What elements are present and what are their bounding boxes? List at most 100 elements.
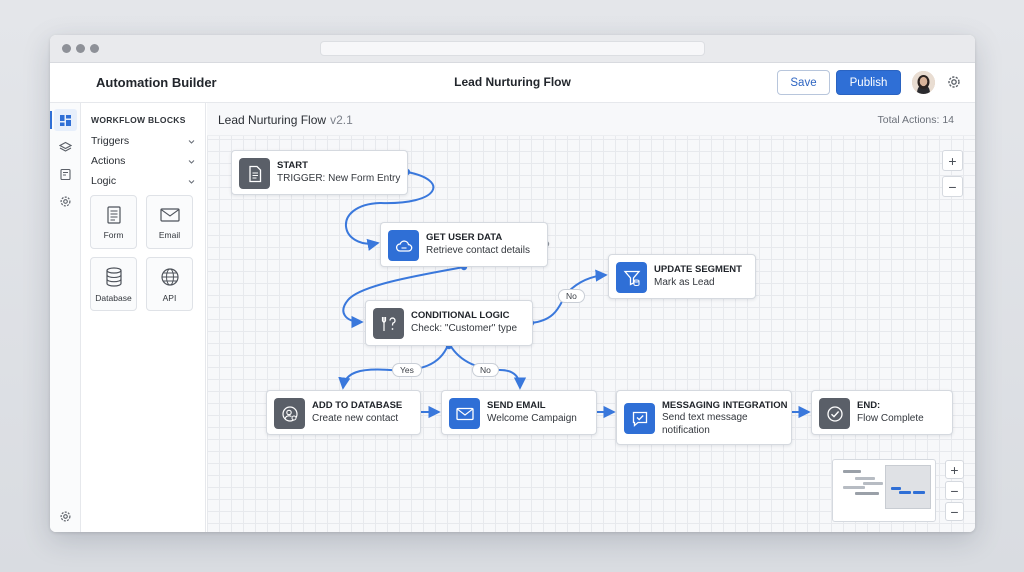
chevron-down-icon: [188, 140, 195, 144]
canvas-title: Lead Nurturing Flow v2.1: [218, 113, 353, 127]
address-bar[interactable]: [320, 41, 705, 56]
section-actions[interactable]: Actions: [91, 155, 196, 167]
minimap-node: [855, 492, 879, 495]
envelope-icon: [455, 407, 474, 420]
node-icon: [274, 398, 305, 429]
node-title: UPDATE SEGMENT: [654, 264, 742, 275]
zoom-out-button[interactable]: −: [942, 176, 963, 197]
node-subtitle: Check: "Customer" type: [411, 323, 518, 334]
node-get-user-data[interactable]: GET USER DATA Retrieve contact details: [380, 222, 548, 267]
node-end[interactable]: END: Flow Complete: [811, 390, 953, 435]
minimap-node: [899, 491, 911, 494]
user-avatar-icon: [912, 71, 935, 94]
node-subtitle: Create new contact: [312, 413, 399, 424]
form-icon: [106, 205, 121, 224]
filter-database-icon: [623, 270, 640, 286]
icon-rail: [50, 103, 81, 532]
branch-question-icon: [381, 316, 396, 331]
notes-icon: [60, 168, 71, 180]
minimap-node: [863, 482, 883, 485]
minimap-zoom-out-button[interactable]: −: [945, 481, 964, 500]
document-icon: [248, 165, 261, 182]
globe-icon: [160, 267, 179, 286]
node-icon: [624, 403, 655, 434]
rail-layers[interactable]: [54, 136, 77, 158]
zoom-in-button[interactable]: +: [942, 150, 963, 171]
browser-chrome: [50, 35, 975, 63]
minimap-node: [843, 486, 865, 489]
node-icon: [616, 262, 647, 293]
save-button[interactable]: Save: [777, 70, 830, 95]
canvas-flow-name: Lead Nurturing Flow: [218, 113, 327, 127]
rail-dashboard[interactable]: [50, 109, 77, 131]
node-subtitle: Mark as Lead: [654, 277, 715, 288]
node-title: END:: [857, 400, 881, 411]
minimap-node: [891, 487, 901, 490]
canvas-header: Lead Nurturing Flow v2.1 Total Actions: 1…: [207, 103, 975, 136]
publish-button[interactable]: Publish: [836, 70, 901, 95]
node-messaging-integration[interactable]: MESSAGING INTEGRATION Send text message …: [616, 390, 792, 445]
minimap-node: [855, 477, 875, 480]
check-circle-icon: [826, 405, 843, 422]
block-api[interactable]: API: [146, 257, 193, 311]
edge-label-no: No: [558, 289, 585, 303]
block-form[interactable]: Form: [90, 195, 137, 249]
node-title: CONDITIONAL LOGIC: [411, 310, 510, 321]
minimap-node: [913, 491, 925, 494]
rail-settings[interactable]: [54, 505, 77, 527]
settings-icon: [60, 195, 71, 207]
node-start[interactable]: START TRIGGER: New Form Entry: [231, 150, 408, 195]
edge-label-yes: Yes: [392, 363, 422, 377]
node-icon: [449, 398, 480, 429]
settings-icon: [60, 510, 71, 522]
cloud-icon: [395, 239, 412, 252]
section-label: Logic: [91, 175, 117, 187]
section-logic[interactable]: Logic: [91, 175, 196, 187]
node-icon: [239, 158, 270, 189]
minimap-node: [843, 470, 861, 473]
blocks-title: WORKFLOW BLOCKS: [91, 115, 186, 125]
user-gear-icon: [281, 405, 298, 422]
section-triggers[interactable]: Triggers: [91, 135, 196, 147]
app-title: Automation Builder: [96, 75, 217, 90]
gear-icon[interactable]: [946, 74, 962, 90]
node-subtitle: Welcome Campaign: [487, 413, 577, 424]
node-subtitle: TRIGGER: New Form Entry: [277, 173, 401, 184]
edge-label-no: No: [472, 363, 499, 377]
block-database[interactable]: Database: [90, 257, 137, 311]
layers-icon: [59, 141, 72, 152]
window-maximize-dot[interactable]: [90, 44, 99, 53]
section-label: Actions: [91, 155, 126, 167]
node-add-to-database[interactable]: ADD TO DATABASE Create new contact: [266, 390, 421, 435]
workflow-blocks-panel: WORKFLOW BLOCKS Triggers Actions Logic F…: [81, 103, 206, 532]
window-close-dot[interactable]: [62, 44, 71, 53]
node-update-segment[interactable]: UPDATE SEGMENT Mark as Lead: [608, 254, 756, 299]
database-icon: [105, 266, 122, 287]
block-email[interactable]: Email: [146, 195, 193, 249]
node-icon: [388, 230, 419, 261]
node-title: ADD TO DATABASE: [312, 400, 403, 411]
rail-integrations[interactable]: [54, 190, 77, 212]
app-header: Automation Builder Lead Nurturing Flow S…: [50, 63, 975, 103]
node-send-email[interactable]: SEND EMAIL Welcome Campaign: [441, 390, 597, 435]
minimap[interactable]: [832, 459, 936, 522]
node-title: START: [277, 160, 308, 171]
chevron-down-icon: [188, 160, 195, 164]
node-subtitle: Flow Complete: [857, 413, 924, 424]
avatar[interactable]: [912, 71, 935, 94]
tile-label: API: [162, 292, 177, 303]
total-actions: Total Actions: 14: [877, 114, 954, 126]
dashboard-icon: [60, 114, 71, 126]
window-minimize-dot[interactable]: [76, 44, 85, 53]
tile-label: Form: [103, 229, 124, 240]
node-subtitle: Send text message notification: [662, 412, 748, 436]
tile-label: Email: [158, 229, 181, 240]
tile-label: Database: [95, 292, 132, 303]
node-conditional-logic[interactable]: CONDITIONAL LOGIC Check: "Customer" type: [365, 300, 533, 346]
node-title: GET USER DATA: [426, 232, 503, 243]
node-title: SEND EMAIL: [487, 400, 546, 411]
rail-notes[interactable]: [54, 163, 77, 185]
version-label: v2.1: [330, 113, 353, 127]
minimap-reset-button[interactable]: −: [945, 502, 964, 521]
minimap-zoom-in-button[interactable]: +: [945, 460, 964, 479]
